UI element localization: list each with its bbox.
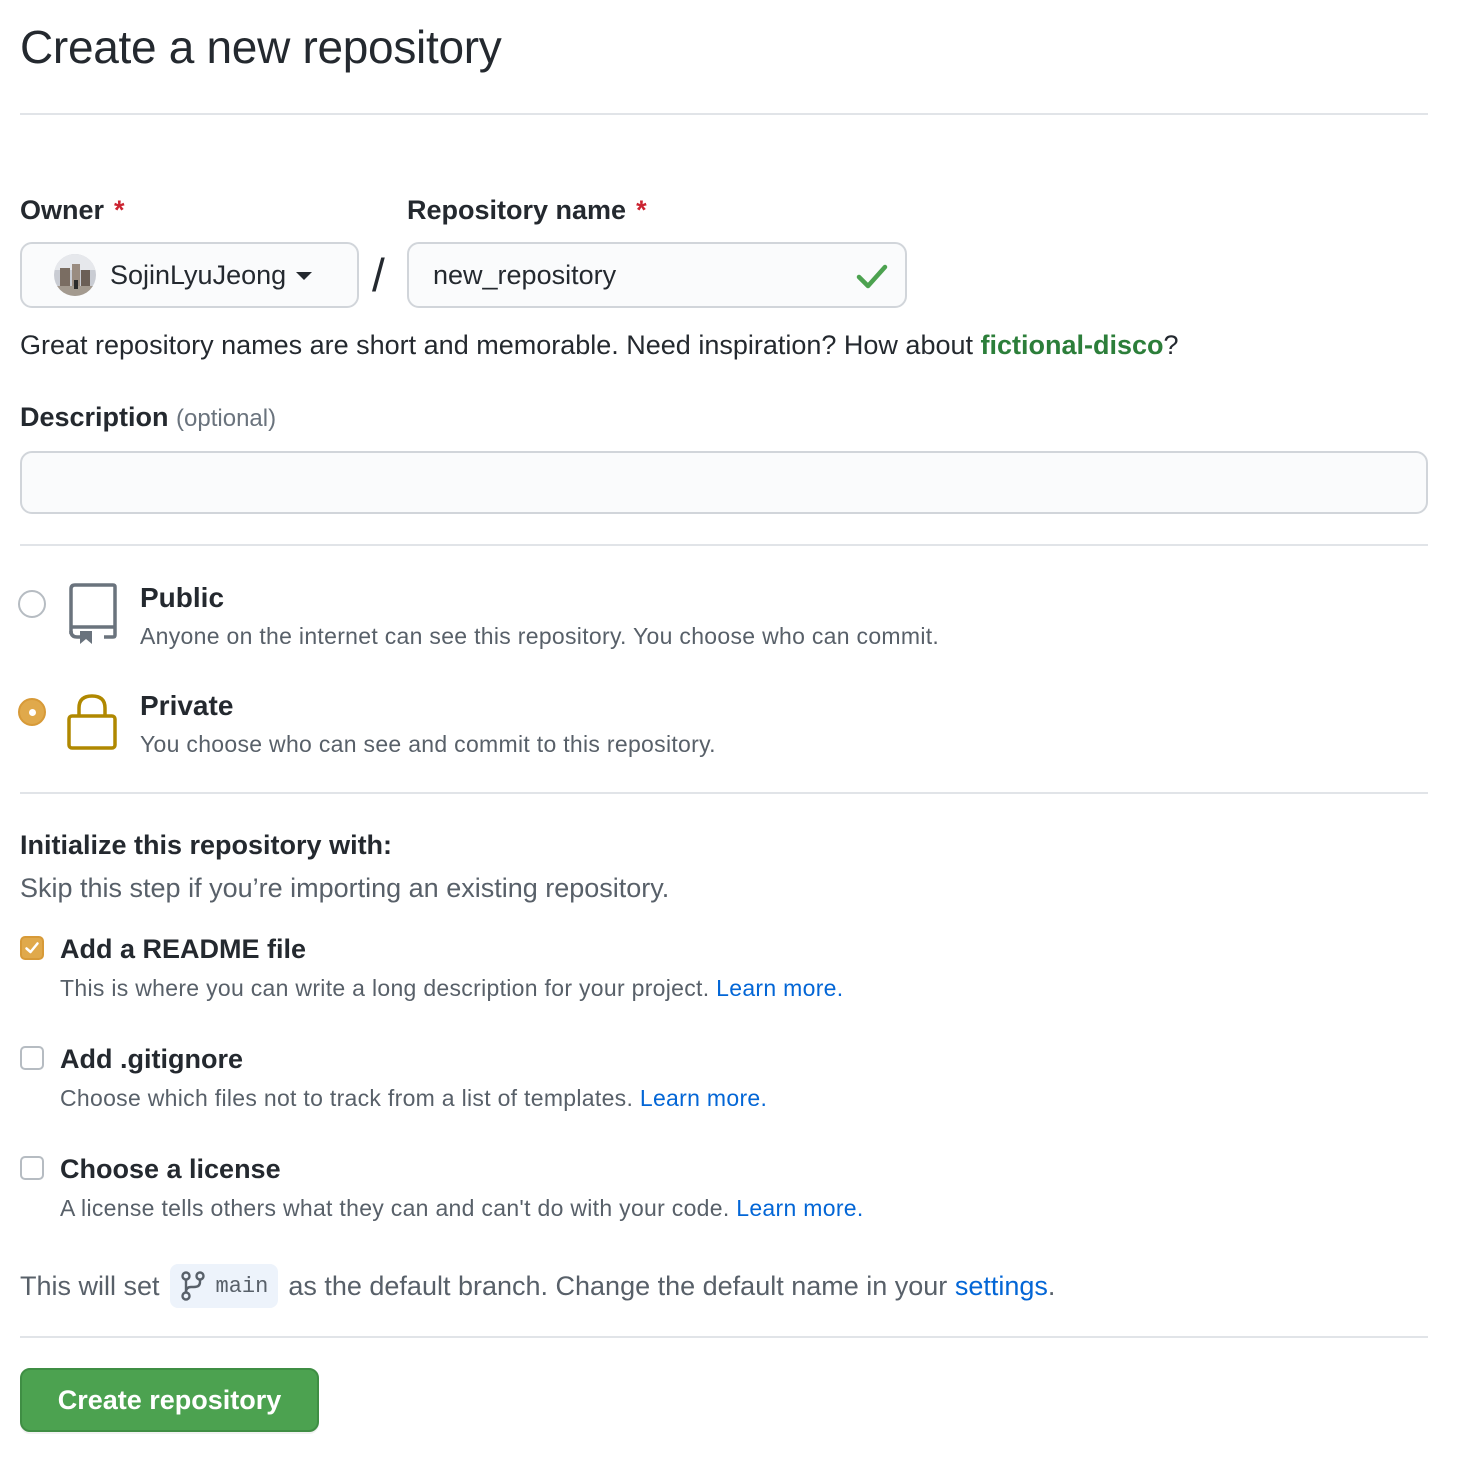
public-description: Anyone on the internet can see this repo… bbox=[140, 623, 940, 649]
chevron-down-icon bbox=[296, 272, 313, 280]
private-title: Private bbox=[140, 690, 234, 721]
divider-submit bbox=[20, 1336, 1428, 1338]
description-label-text: Description bbox=[20, 402, 169, 432]
repo-name-hint: Great repository names are short and mem… bbox=[20, 330, 1179, 361]
gitignore-description-text: Choose which files not to track from a l… bbox=[60, 1085, 634, 1111]
gitignore-description: Choose which files not to track from a l… bbox=[60, 1085, 767, 1112]
divider-init bbox=[20, 792, 1428, 794]
readme-title: Add a README file bbox=[60, 934, 307, 964]
owner-required-mark: * bbox=[114, 195, 125, 225]
hint-suffix: ? bbox=[1163, 330, 1179, 360]
suggestion-link[interactable]: fictional-disco bbox=[981, 330, 1164, 360]
repo-name-label-text: Repository name bbox=[407, 195, 627, 225]
gitignore-title: Add .gitignore bbox=[60, 1044, 243, 1074]
readme-learn-more-link[interactable]: Learn more. bbox=[716, 975, 843, 1001]
description-input[interactable] bbox=[20, 451, 1428, 514]
settings-link[interactable]: settings bbox=[955, 1271, 1048, 1302]
readme-description: This is where you can write a long descr… bbox=[60, 975, 843, 1002]
owner-label: Owner * bbox=[20, 195, 125, 226]
create-repository-button[interactable]: Create repository bbox=[20, 1368, 319, 1432]
repo-icon bbox=[69, 583, 117, 644]
description-optional: (optional) bbox=[176, 405, 277, 432]
license-checkbox[interactable] bbox=[20, 1156, 44, 1180]
avatar bbox=[54, 254, 96, 296]
readme-description-text: This is where you can write a long descr… bbox=[60, 975, 710, 1001]
branch-name: main bbox=[215, 1273, 269, 1299]
gitignore-checkbox[interactable] bbox=[20, 1046, 44, 1070]
checkmark-icon bbox=[25, 942, 39, 954]
divider-visibility bbox=[20, 544, 1428, 546]
lock-icon bbox=[67, 694, 117, 750]
page-title: Create a new repository bbox=[20, 21, 502, 73]
license-learn-more-link[interactable]: Learn more. bbox=[736, 1195, 863, 1221]
repo-name-required-mark: * bbox=[636, 195, 647, 225]
owner-repo-separator: / bbox=[372, 249, 385, 301]
hint-text: Great repository names are short and mem… bbox=[20, 330, 981, 360]
owner-label-text: Owner bbox=[20, 195, 105, 225]
license-description-text: A license tells others what they can and… bbox=[60, 1195, 730, 1221]
private-radio[interactable] bbox=[18, 698, 46, 726]
license-description: A license tells others what they can and… bbox=[60, 1195, 864, 1222]
repo-name-label: Repository name * bbox=[407, 195, 647, 226]
init-section-title: Initialize this repository with: bbox=[20, 830, 393, 860]
license-title: Choose a license bbox=[60, 1154, 281, 1184]
branch-prefix: This will set bbox=[20, 1270, 160, 1301]
branch-suffix: . bbox=[1047, 1270, 1056, 1301]
repo-name-input[interactable] bbox=[407, 242, 907, 308]
owner-select[interactable]: SojinLyuJeong bbox=[20, 242, 359, 308]
branch-middle: as the default branch. Change the defaul… bbox=[288, 1270, 948, 1301]
divider-top bbox=[20, 113, 1428, 115]
check-icon bbox=[856, 264, 888, 289]
branch-chip: main bbox=[169, 1264, 279, 1308]
gitignore-learn-more-link[interactable]: Learn more. bbox=[640, 1085, 767, 1111]
owner-name: SojinLyuJeong bbox=[110, 259, 287, 290]
init-section-subtitle: Skip this step if you’re importing an ex… bbox=[20, 873, 670, 903]
readme-checkbox[interactable] bbox=[20, 936, 44, 960]
public-radio[interactable] bbox=[18, 590, 46, 618]
description-label: Description (optional) bbox=[20, 402, 276, 433]
git-branch-icon bbox=[180, 1271, 205, 1301]
default-branch-note: This will set main as the default branch… bbox=[20, 1264, 1055, 1308]
private-description: You choose who can see and commit to thi… bbox=[140, 731, 716, 757]
public-title: Public bbox=[140, 582, 225, 613]
